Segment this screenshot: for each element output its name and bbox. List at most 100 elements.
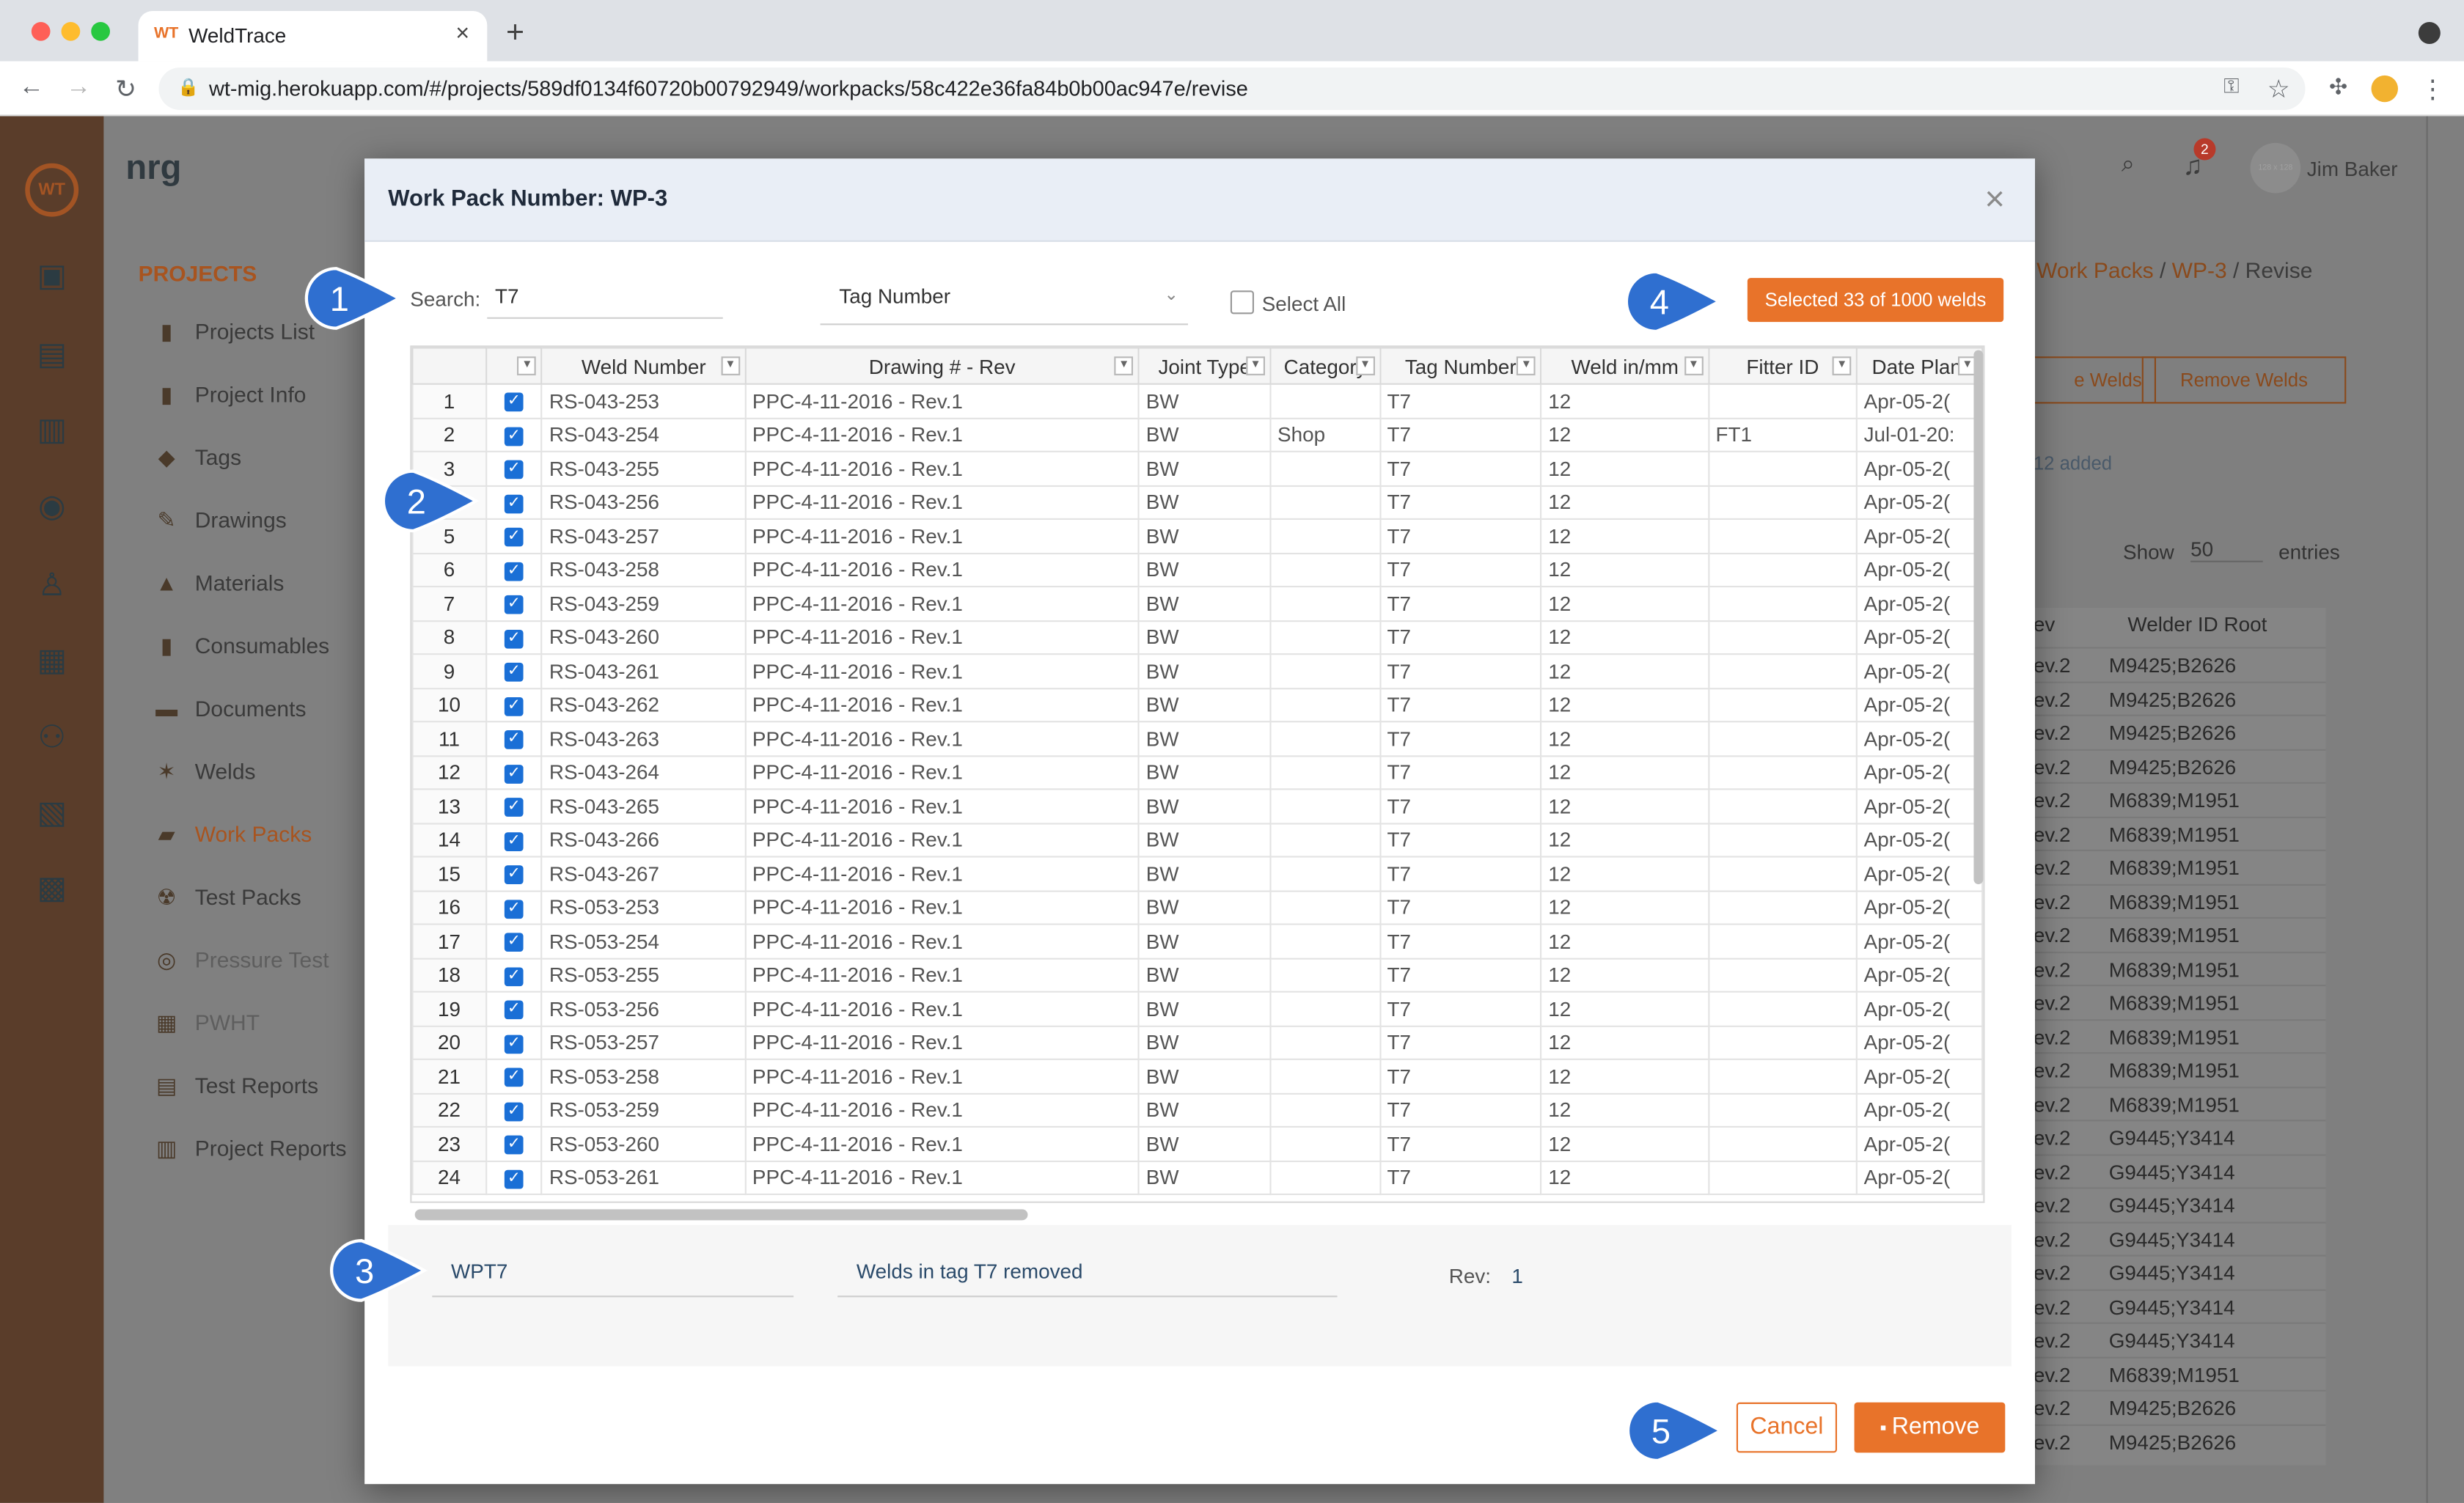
row-checkbox[interactable]: ✓ bbox=[504, 528, 524, 548]
filter-icon[interactable]: ▼ bbox=[721, 356, 740, 375]
row-checkbox[interactable]: ✓ bbox=[504, 730, 524, 750]
row-checkbox-cell[interactable]: ✓ bbox=[485, 416, 543, 452]
selected-count-button[interactable]: Selected 33 of 1000 welds bbox=[1747, 278, 2004, 323]
row-checkbox[interactable]: ✓ bbox=[504, 933, 524, 952]
column-header-1[interactable]: ▼ bbox=[485, 347, 543, 385]
close-window-icon[interactable] bbox=[31, 21, 51, 41]
table-row[interactable]: 3 ✓ RS-043-255 PPC-4-11-2016 - Rev.1 BW T7 12 A… bbox=[411, 450, 1984, 486]
row-checkbox-cell[interactable]: ✓ bbox=[485, 450, 543, 486]
bookmark-star-icon[interactable]: ☆ bbox=[2263, 74, 2295, 106]
tab-search-icon[interactable] bbox=[2418, 21, 2441, 44]
table-row[interactable]: 2 ✓ RS-043-254 PPC-4-11-2016 - Rev.1 BW Shop T… bbox=[411, 416, 1984, 452]
table-row[interactable]: 13 ✓ RS-043-265 PPC-4-11-2016 - Rev.1 BW T7 12… bbox=[411, 788, 1984, 824]
forward-icon[interactable]: → bbox=[63, 74, 95, 103]
table-row[interactable]: 10 ✓ RS-043-262 PPC-4-11-2016 - Rev.1 BW T7 12… bbox=[411, 687, 1984, 723]
folder-icon[interactable]: ▤ bbox=[29, 330, 76, 377]
back-icon[interactable]: ← bbox=[15, 74, 47, 103]
table-row[interactable]: 7 ✓ RS-043-259 PPC-4-11-2016 - Rev.1 BW T7 12 A… bbox=[411, 585, 1984, 622]
browser-tab[interactable]: WT WeldTrace × bbox=[138, 10, 488, 62]
row-checkbox-cell[interactable]: ✓ bbox=[485, 856, 543, 892]
row-checkbox[interactable]: ✓ bbox=[504, 865, 524, 885]
row-checkbox[interactable]: ✓ bbox=[504, 831, 524, 851]
row-checkbox-cell[interactable]: ✓ bbox=[485, 1092, 543, 1128]
sidebar-item-project-reports[interactable]: ▥ Project Reports bbox=[151, 1129, 347, 1166]
org-chart-icon[interactable]: ♙ bbox=[29, 561, 76, 608]
row-checkbox-cell[interactable]: ✓ bbox=[485, 653, 543, 689]
row-checkbox[interactable]: ✓ bbox=[504, 967, 524, 986]
row-checkbox-cell[interactable]: ✓ bbox=[485, 383, 543, 419]
row-checkbox[interactable]: ✓ bbox=[504, 629, 524, 649]
row-checkbox[interactable]: ✓ bbox=[504, 1102, 524, 1121]
avatar[interactable]: 128 x 128 bbox=[2250, 142, 2301, 194]
select-all-label[interactable]: Select All bbox=[1262, 292, 1346, 315]
close-tab-icon[interactable]: × bbox=[455, 21, 469, 47]
row-checkbox[interactable]: ✓ bbox=[504, 764, 524, 784]
row-checkbox-cell[interactable]: ✓ bbox=[485, 754, 543, 790]
team-icon[interactable]: ⚇ bbox=[29, 713, 76, 760]
filter-icon[interactable]: ▼ bbox=[1684, 356, 1704, 375]
add-welds-button[interactable]: e Welds bbox=[2033, 356, 2156, 404]
table-row[interactable]: 18 ✓ RS-053-255 PPC-4-11-2016 - Rev.1 BW T7 12… bbox=[411, 957, 1984, 993]
page-scrollbar[interactable] bbox=[2426, 116, 2464, 1503]
reload-icon[interactable]: ↻ bbox=[110, 74, 142, 106]
column-header-6[interactable]: ▼ Tag Number bbox=[1379, 347, 1542, 385]
filter-icon[interactable]: ▼ bbox=[1114, 356, 1134, 375]
table-row[interactable]: 23 ✓ RS-053-260 PPC-4-11-2016 - Rev.1 BW T7 12… bbox=[411, 1125, 1984, 1161]
column-header-4[interactable]: ▼ Joint Type bbox=[1138, 347, 1272, 385]
table-row[interactable]: 1 ✓ RS-043-253 PPC-4-11-2016 - Rev.1 BW T7 12 A… bbox=[411, 383, 1984, 419]
column-header-2[interactable]: ▼ Weld Number bbox=[541, 347, 747, 385]
column-header-9[interactable]: ▼ Date Planı bbox=[1855, 347, 1984, 385]
filter-icon[interactable]: ▼ bbox=[1355, 356, 1375, 375]
search-input[interactable]: T7 bbox=[487, 284, 723, 319]
table-row[interactable]: 21 ✓ RS-053-258 PPC-4-11-2016 - Rev.1 BW T7 12… bbox=[411, 1058, 1984, 1094]
column-header-7[interactable]: ▼ Weld in/mm bbox=[1540, 347, 1709, 385]
name-input[interactable]: WPT7 bbox=[432, 1260, 794, 1298]
row-checkbox-cell[interactable]: ✓ bbox=[485, 1024, 543, 1060]
badge-icon[interactable]: ▩ bbox=[29, 864, 76, 911]
table-row[interactable]: 14 ✓ RS-043-266 PPC-4-11-2016 - Rev.1 BW T7 12… bbox=[411, 822, 1984, 858]
row-checkbox[interactable]: ✓ bbox=[504, 1068, 524, 1087]
filter-icon[interactable]: ▼ bbox=[1246, 356, 1265, 375]
row-checkbox-cell[interactable]: ✓ bbox=[485, 991, 543, 1026]
row-checkbox[interactable]: ✓ bbox=[504, 899, 524, 919]
table-row[interactable]: 19 ✓ RS-053-256 PPC-4-11-2016 - Rev.1 BW T7 12… bbox=[411, 991, 1984, 1026]
column-header-3[interactable]: ▼ Drawing # - Rev bbox=[744, 347, 1140, 385]
close-dialog-icon[interactable]: × bbox=[1984, 181, 2005, 216]
sidebar-item-documents[interactable]: ▬ Documents bbox=[151, 689, 306, 727]
table-row[interactable]: 9 ✓ RS-043-261 PPC-4-11-2016 - Rev.1 BW T7 12 A… bbox=[411, 653, 1984, 689]
grid-vertical-scrollbar[interactable] bbox=[1973, 350, 1984, 884]
sidebar-item-projects-list[interactable]: ▮ Projects List bbox=[151, 312, 315, 350]
report-icon[interactable]: ▧ bbox=[29, 788, 76, 835]
extensions-icon[interactable]: ✣ bbox=[2322, 74, 2354, 100]
filter-icon[interactable]: ▼ bbox=[1517, 356, 1536, 375]
row-checkbox-cell[interactable]: ✓ bbox=[485, 822, 543, 858]
key-icon[interactable]: ⚿ bbox=[2215, 74, 2247, 99]
row-checkbox[interactable]: ✓ bbox=[504, 798, 524, 817]
sidebar-item-tags[interactable]: ◆ Tags bbox=[151, 438, 242, 476]
row-checkbox[interactable]: ✓ bbox=[504, 427, 524, 446]
table-row[interactable]: 16 ✓ RS-053-253 PPC-4-11-2016 - Rev.1 BW T7 12… bbox=[411, 889, 1984, 925]
row-checkbox-cell[interactable]: ✓ bbox=[485, 923, 543, 959]
row-checkbox[interactable]: ✓ bbox=[504, 460, 524, 479]
row-checkbox-cell[interactable]: ✓ bbox=[485, 620, 543, 655]
search-icon[interactable]: ⌕ bbox=[2122, 151, 2135, 177]
row-checkbox[interactable]: ✓ bbox=[504, 663, 524, 683]
row-checkbox-cell[interactable]: ✓ bbox=[485, 1058, 543, 1094]
sidebar-item-consumables[interactable]: ▮ Consumables bbox=[151, 627, 329, 664]
cancel-button[interactable]: Cancel bbox=[1736, 1402, 1837, 1453]
row-checkbox[interactable]: ✓ bbox=[504, 1136, 524, 1155]
breadcrumb-work-packs[interactable]: Work Packs bbox=[2036, 257, 2154, 282]
filter-icon[interactable]: ▼ bbox=[517, 356, 537, 375]
sidebar-item-project-info[interactable]: ▮ Project Info bbox=[151, 375, 307, 413]
sidebar-item-pressure-test[interactable]: ◎ Pressure Test bbox=[151, 941, 329, 978]
row-checkbox[interactable]: ✓ bbox=[504, 595, 524, 615]
table-row[interactable]: 11 ✓ RS-043-263 PPC-4-11-2016 - Rev.1 BW T7 12… bbox=[411, 721, 1984, 757]
row-checkbox-cell[interactable]: ✓ bbox=[485, 484, 543, 520]
menu-icon[interactable]: ⋮ bbox=[2417, 74, 2449, 106]
row-checkbox[interactable]: ✓ bbox=[504, 494, 524, 514]
table-row[interactable]: 12 ✓ RS-043-264 PPC-4-11-2016 - Rev.1 BW T7 12… bbox=[411, 754, 1984, 790]
table-row[interactable]: 17 ✓ RS-053-254 PPC-4-11-2016 - Rev.1 BW T7 12… bbox=[411, 923, 1984, 959]
table-row[interactable]: 24 ✓ RS-053-261 PPC-4-11-2016 - Rev.1 BW T7 12… bbox=[411, 1159, 1984, 1196]
row-checkbox[interactable]: ✓ bbox=[504, 1001, 524, 1020]
row-checkbox-cell[interactable]: ✓ bbox=[485, 889, 543, 925]
